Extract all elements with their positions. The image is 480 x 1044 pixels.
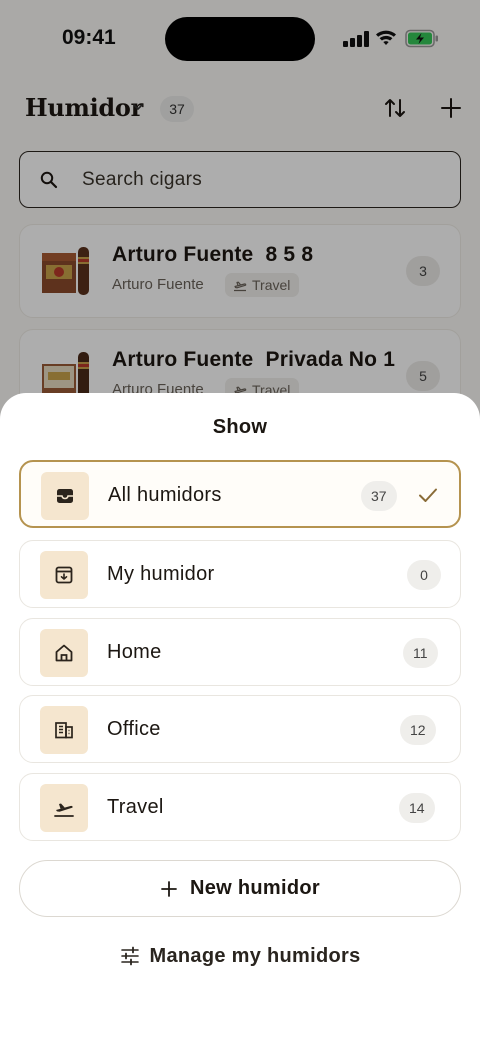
manage-humidors-button[interactable]: Manage my humidors: [0, 939, 480, 973]
checkmark-icon: [419, 488, 437, 502]
plus-icon: [161, 880, 177, 897]
option-label: Home: [107, 641, 162, 663]
humidor-picker-sheet: Show All humidors 37 My humidor 0 Home 1…: [0, 393, 480, 1044]
option-icon-tile: [40, 551, 88, 599]
archive-box-icon: [55, 566, 73, 584]
option-label: Travel: [107, 796, 164, 818]
option-icon-tile: [41, 472, 89, 520]
option-icon-tile: [40, 629, 88, 677]
screen: 09:41 Humidor 37 Search cigars Arturo Fu…: [0, 0, 480, 1044]
new-humidor-label: New humidor: [190, 877, 320, 899]
humidor-option-office[interactable]: Office 12: [19, 695, 461, 763]
option-count-badge: 37: [361, 481, 397, 511]
manage-humidors-label: Manage my humidors: [149, 944, 361, 967]
option-icon-tile: [40, 784, 88, 832]
option-count-badge: 0: [407, 560, 441, 590]
option-label: All humidors: [108, 484, 222, 506]
option-count-badge: 14: [399, 793, 435, 823]
humidor-option-all[interactable]: All humidors 37: [19, 460, 461, 528]
option-label: Office: [107, 718, 161, 740]
option-icon-tile: [40, 706, 88, 754]
airplane-departure-icon: [54, 803, 74, 817]
option-count-badge: 11: [403, 638, 438, 668]
humidor-option-home[interactable]: Home 11: [19, 618, 461, 686]
home-icon: [55, 644, 73, 662]
inbox-tray-icon: [57, 489, 73, 503]
option-label: My humidor: [107, 563, 215, 585]
humidor-option-my-humidor[interactable]: My humidor 0: [19, 540, 461, 608]
sheet-title: Show: [212, 416, 268, 438]
sliders-icon: [120, 946, 139, 966]
humidor-option-travel[interactable]: Travel 14: [19, 773, 461, 841]
option-count-badge: 12: [400, 715, 436, 745]
new-humidor-button[interactable]: New humidor: [19, 860, 461, 917]
office-building-icon: [55, 722, 73, 739]
